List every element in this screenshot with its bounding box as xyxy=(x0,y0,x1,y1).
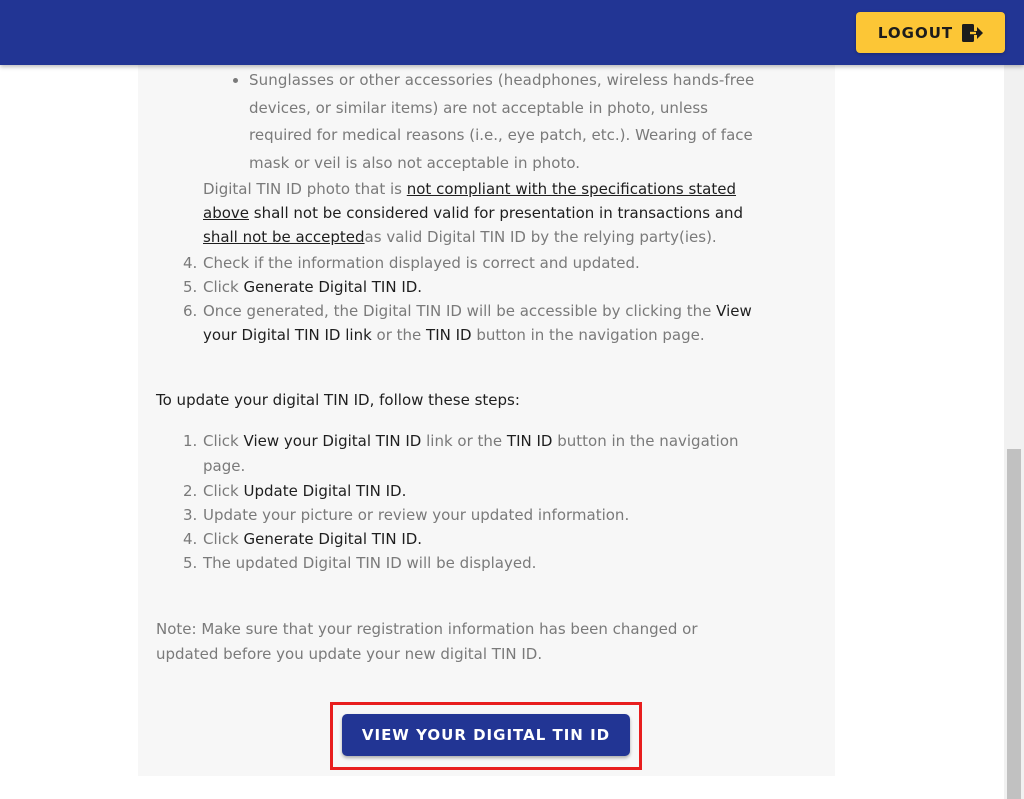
update-step-1-line-1: Click View your Digital TIN ID link or t… xyxy=(203,432,739,450)
update-step-4-text: Click Generate Digital TIN ID. xyxy=(203,530,423,548)
step-6-number: 6. xyxy=(183,302,198,320)
step-6-text-line-1: Once generated, the Digital TIN ID will … xyxy=(203,302,752,320)
update-step-1-line-2: page. xyxy=(203,457,246,475)
top-nav-bar: LOGOUT xyxy=(0,0,1024,65)
bullet-line-1: Sunglasses or other accessories (headpho… xyxy=(249,71,755,89)
bullet-line-3: required for medical reasons (i.e., eye … xyxy=(249,126,753,144)
view-digital-tin-id-button[interactable]: VIEW YOUR DIGITAL TIN ID xyxy=(342,714,630,756)
bullet-line-2: devices, or similar items) are not accep… xyxy=(249,99,708,117)
compliance-line-1: Digital TIN ID photo that is not complia… xyxy=(203,180,737,198)
update-section-heading: To update your digital TIN ID, follow th… xyxy=(156,391,520,409)
update-step-5-number: 5. xyxy=(183,554,198,572)
step-5-text: Click Generate Digital TIN ID. xyxy=(203,278,423,296)
logout-label: LOGOUT xyxy=(877,23,954,42)
update-step-2-number: 2. xyxy=(183,482,198,500)
note-line-1: Note: Make sure that your registration i… xyxy=(156,620,698,638)
step-4-number: 4. xyxy=(183,254,198,272)
update-step-5-text: The updated Digital TIN ID will be displ… xyxy=(203,554,537,572)
compliance-line-3: shall not be acceptedas valid Digital TI… xyxy=(203,228,717,246)
step-6-text-line-2: your Digital TIN ID link or the TIN ID b… xyxy=(203,326,705,344)
update-step-3-text: Update your picture or review your updat… xyxy=(203,506,630,524)
scrollbar-thumb[interactable] xyxy=(1007,449,1021,799)
compliance-line-2: above shall not be considered valid for … xyxy=(203,204,744,222)
logout-button[interactable]: LOGOUT xyxy=(856,12,1005,53)
compliance-emphasis: not compliant with the specifications st… xyxy=(406,180,737,198)
update-step-4-number: 4. xyxy=(183,530,198,548)
update-step-3-number: 3. xyxy=(183,506,198,524)
logout-icon xyxy=(962,23,984,42)
step-5-number: 5. xyxy=(183,278,198,296)
note-line-2: updated before you update your new digit… xyxy=(156,645,543,663)
step-4-text: Check if the information displayed is co… xyxy=(203,254,640,272)
update-step-2-text: Click Update Digital TIN ID. xyxy=(203,482,407,500)
update-step-1-number: 1. xyxy=(183,432,198,450)
bullet-dot xyxy=(233,78,238,83)
bullet-line-4: mask or veil is also not acceptable in p… xyxy=(249,154,581,172)
